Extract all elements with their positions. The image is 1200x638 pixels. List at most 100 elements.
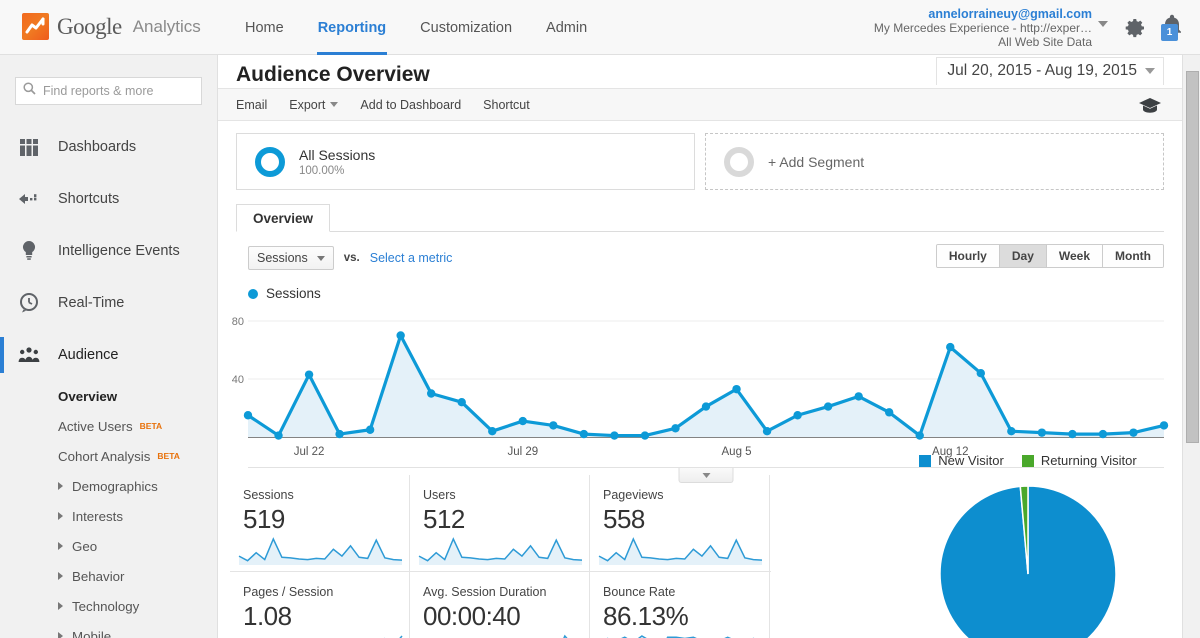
email-button[interactable]: Email [236, 98, 267, 112]
chart-legend: Sessions [218, 270, 1182, 301]
sidebar-item-real-time[interactable]: Real-Time [0, 277, 217, 329]
sparkline [607, 635, 755, 638]
svg-text:80: 80 [232, 316, 244, 328]
search-reports-box[interactable] [15, 77, 202, 105]
metric-card-bounce-rate[interactable]: Bounce Rate 86.13% [590, 572, 770, 638]
metric-card-users[interactable]: Users 512 [410, 475, 590, 571]
granularity-day[interactable]: Day [999, 245, 1047, 267]
google-analytics-app: Google Analytics Home Reporting Customiz… [0, 0, 1200, 638]
sidebar-item-mobile[interactable]: Mobile [58, 621, 217, 638]
scrollbar-thumb[interactable] [1186, 71, 1199, 443]
select-a-metric-link[interactable]: Select a metric [370, 251, 453, 265]
gear-icon[interactable] [1125, 17, 1147, 44]
metric-label: Pages / Session [243, 585, 334, 599]
sidebar-label-intelligence-events: Intelligence Events [58, 243, 180, 259]
granularity-week[interactable]: Week [1046, 245, 1104, 267]
segment-all-sessions[interactable]: All Sessions 100.00% [236, 133, 695, 190]
date-range-label: Jul 20, 2015 - Aug 19, 2015 [947, 62, 1137, 79]
sidebar-item-technology[interactable]: Technology [58, 591, 217, 621]
add-segment-button[interactable]: + Add Segment [705, 133, 1164, 190]
topnav-reporting[interactable]: Reporting [301, 0, 403, 55]
add-segment-ring-icon [724, 146, 754, 177]
graduation-cap-icon[interactable] [1138, 95, 1162, 120]
granularity-hourly[interactable]: Hourly [936, 245, 1000, 267]
tab-overview[interactable]: Overview [236, 204, 331, 232]
sparkline [563, 634, 568, 638]
add-segment-label: + Add Segment [768, 153, 865, 170]
tab-strip: Overview [236, 204, 1164, 232]
sidebar-item-behavior[interactable]: Behavior [58, 561, 217, 591]
sidebar-item-interests[interactable]: Interests [58, 501, 217, 531]
sidebar-label-technology: Technology [72, 598, 140, 614]
sidebar-item-shortcuts[interactable]: Shortcuts [0, 173, 217, 225]
sidebar-subnav-audience: Overview Active Users BETA Cohort Analys… [0, 381, 217, 638]
vs-label: vs. [343, 252, 360, 264]
notification-badge: 1 [1161, 24, 1178, 41]
segment-percent: 100.00% [299, 164, 345, 177]
metric-card-row-2: Pages / Session 1.08 Avg. Session Durati… [230, 572, 790, 638]
sparkline [598, 537, 763, 565]
sidebar-label-mobile: Mobile [72, 628, 112, 638]
legend-label-returning: Returning Visitor [1040, 453, 1137, 468]
account-selector[interactable]: annelorraineuy@gmail.com My Mercedes Exp… [874, 7, 1092, 49]
legend-returning-visitor[interactable]: Returning Visitor [1021, 453, 1137, 468]
chevron-down-icon [316, 255, 325, 261]
bell-icon[interactable]: 1 [1160, 14, 1186, 45]
top-bar: Google Analytics Home Reporting Customiz… [0, 0, 1200, 55]
account-property: My Mercedes Experience - http://exper… [873, 21, 1092, 35]
granularity-selector: Hourly Day Week Month [935, 244, 1164, 268]
metric-label: Sessions [243, 488, 294, 502]
metric-card-pageviews[interactable]: Pageviews 558 [590, 475, 770, 571]
segment-name: All Sessions [299, 146, 376, 163]
vertical-scrollbar[interactable] [1182, 55, 1200, 638]
svg-text:40: 40 [232, 374, 244, 386]
people-icon [18, 347, 40, 363]
granularity-month[interactable]: Month [1103, 245, 1163, 267]
legend-label-sessions: Sessions [266, 286, 321, 301]
topnav-home[interactable]: Home [228, 0, 301, 55]
metric-cards: Sessions 519 Users 512 Pageviews 558 Pag… [230, 475, 790, 638]
legend-new-visitor[interactable]: New Visitor [919, 453, 1004, 468]
logo-analytics-text: Analytics [132, 16, 201, 36]
metric-card-pages-per-session[interactable]: Pages / Session 1.08 [230, 572, 410, 638]
sidebar-item-active-users[interactable]: Active Users BETA [58, 411, 217, 441]
sidebar-item-audience[interactable]: Audience [0, 329, 217, 381]
svg-text:Aug 5: Aug 5 [722, 446, 752, 458]
add-to-dashboard-button[interactable]: Add to Dashboard [360, 98, 461, 112]
pie-canvas[interactable] [873, 484, 1183, 638]
topnav-customization[interactable]: Customization [403, 0, 529, 55]
sidebar-item-geo[interactable]: Geo [58, 531, 217, 561]
sidebar-item-cohort-analysis[interactable]: Cohort Analysis BETA [58, 441, 217, 471]
pie-legend: New Visitor Returning Visitor [873, 453, 1183, 468]
shortcut-button[interactable]: Shortcut [483, 98, 530, 112]
chevron-down-icon[interactable] [1098, 21, 1108, 27]
legend-label-new: New Visitor [938, 453, 1004, 468]
sidebar-label-behavior: Behavior [72, 568, 125, 584]
metric-value: 1.08 [243, 601, 292, 631]
sidebar-label-overview: Overview [58, 388, 118, 404]
metric-select-dropdown[interactable]: Sessions [248, 246, 334, 270]
sessions-time-series-chart[interactable]: 40 80 Jul 22 Jul 29 Aug 5 Aug 12 [218, 309, 1182, 459]
sparkline [238, 537, 403, 565]
sidebar-item-dashboards[interactable]: Dashboards [0, 121, 217, 173]
analytics-chart-icon [22, 13, 49, 40]
search-input[interactable] [43, 84, 194, 98]
sidebar-item-overview[interactable]: Overview [58, 381, 217, 411]
sidebar-label-shortcuts: Shortcuts [58, 191, 120, 207]
chevron-right-icon [58, 602, 63, 610]
metric-card-sessions[interactable]: Sessions 519 [230, 475, 410, 571]
sidebar-item-demographics[interactable]: Demographics [58, 471, 217, 501]
metric-value: 00:00:40 [423, 601, 521, 631]
brand-logo[interactable]: Google Analytics [22, 13, 201, 40]
sparkline [418, 537, 583, 565]
chevron-right-icon [58, 572, 63, 580]
legend-dot-sessions [248, 288, 258, 299]
sidebar-item-intelligence-events[interactable]: Intelligence Events [0, 225, 217, 277]
date-range-picker[interactable]: Jul 20, 2015 - Aug 19, 2015 [936, 57, 1164, 85]
sidebar-label-dashboards: Dashboards [58, 139, 137, 155]
sidebar-label-cohort-analysis: Cohort Analysis [58, 448, 151, 464]
lightbulb-icon [18, 241, 40, 261]
export-button[interactable]: Export [289, 98, 339, 112]
metric-card-avg-session-duration[interactable]: Avg. Session Duration 00:00:40 [410, 572, 590, 638]
topnav-admin[interactable]: Admin [529, 0, 604, 55]
